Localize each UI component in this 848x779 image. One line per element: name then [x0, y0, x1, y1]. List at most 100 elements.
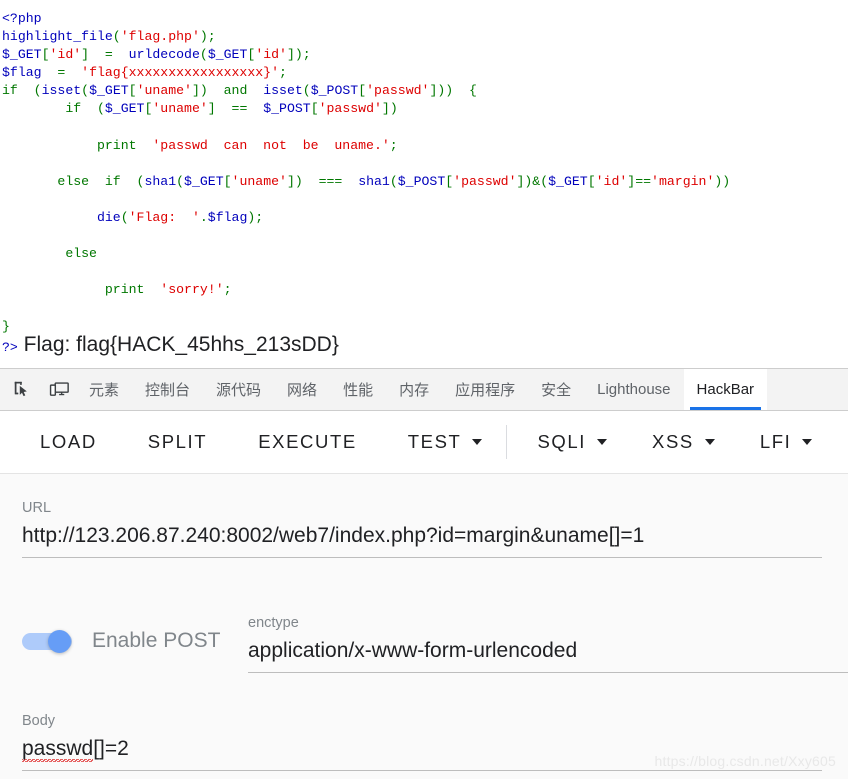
devtools-tab-6[interactable]: 内存 — [386, 369, 442, 410]
body-value-rest: []=2 — [93, 737, 129, 760]
code-token: ( — [389, 173, 398, 189]
code-token: $flag — [2, 65, 42, 81]
code-token: [ — [41, 47, 50, 63]
code-token: if — [104, 173, 121, 189]
devtools-tab-10[interactable]: HackBar — [683, 369, 768, 410]
code-token: sha1 — [144, 173, 177, 189]
code-token: ( — [199, 47, 208, 63]
xss-button[interactable]: XSS — [642, 423, 725, 461]
code-token: ; — [279, 65, 287, 81]
code-token: 'passwd' — [366, 83, 430, 99]
code-token: ]) — [381, 101, 398, 117]
code-token: print — [96, 137, 137, 153]
code-token: ( — [120, 173, 145, 189]
php-source-output: <?php highlight_file('flag.php'); $_GET['i… — [0, 0, 848, 368]
code-token: 'passwd can not be uname.' — [152, 137, 390, 153]
test-button[interactable]: TEST — [398, 423, 493, 461]
code-line: $flag = 'flag{xxxxxxxxxxxxxxxxx}'; — [2, 64, 848, 82]
code-token: )) — [714, 173, 731, 189]
code-token: ]) — [286, 173, 303, 189]
code-line: else — [2, 245, 848, 263]
devtools-tab-label: 网络 — [287, 382, 318, 399]
code-token: if — [2, 83, 18, 99]
code-token: ) — [199, 29, 208, 45]
code-token: ; — [389, 137, 398, 153]
enable-post-row: Enable POST — [22, 629, 220, 653]
code-line: if ($_GET['uname'] == $_POST['passwd']) — [2, 100, 848, 118]
code-token: [ — [445, 173, 454, 189]
chevron-down-icon — [472, 439, 483, 445]
hackbar-toolbar: LOAD SPLIT EXECUTE TEST SQLI XSS LFI — [0, 411, 848, 473]
devtools-tab-2[interactable]: 控制台 — [132, 369, 203, 410]
split-button[interactable]: SPLIT — [138, 423, 217, 461]
hackbar-form-panel: URL http://123.206.87.240:8002/web7/inde… — [0, 473, 848, 779]
php-closing-tag: ?> — [2, 340, 18, 355]
code-token: 'uname' — [136, 83, 192, 99]
enable-post-toggle[interactable] — [22, 630, 78, 653]
code-token: 'margin' — [651, 173, 715, 189]
enable-post-label: Enable POST — [92, 629, 221, 652]
code-token: sha1 — [358, 173, 390, 189]
code-token: if — [65, 101, 82, 117]
code-token: else — [57, 173, 90, 189]
devtools-tab-1[interactable]: 元素 — [76, 369, 132, 410]
url-field: URL http://123.206.87.240:8002/web7/inde… — [22, 499, 822, 558]
load-button[interactable]: LOAD — [30, 423, 107, 461]
code-token: isset — [41, 83, 82, 99]
code-token: = — [89, 47, 129, 63]
devtools-tab-3[interactable]: 源代码 — [203, 369, 274, 410]
code-token: $_GET — [207, 47, 248, 63]
code-token: [ — [587, 173, 596, 189]
devtools-tab-8[interactable]: 安全 — [528, 369, 584, 410]
inspect-element-icon[interactable] — [4, 374, 38, 406]
code-token: isset — [263, 83, 303, 99]
code-token: ( — [112, 29, 121, 45]
code-line: highlight_file('flag.php'); — [2, 28, 848, 46]
toolbar-divider — [506, 425, 508, 459]
enctype-field-label: enctype — [248, 615, 299, 631]
code-token: 'passwd' — [318, 101, 382, 117]
code-token: and — [207, 83, 264, 99]
code-token: [ — [223, 173, 232, 189]
devtools-tabbar: 元素 控制台 源代码 网络 性能 内存 应用程序 安全 Lighthouse HackBar — [0, 368, 848, 411]
devtools-tab-label: 性能 — [343, 382, 374, 399]
devtools-tab-5[interactable]: 性能 — [330, 369, 386, 410]
code-token: 'Flag: ' — [128, 210, 200, 226]
chevron-down-icon — [597, 439, 608, 445]
chevron-down-icon — [704, 439, 715, 445]
code-line: <?php — [2, 10, 848, 28]
code-token: [ — [310, 101, 319, 117]
devtools-tab-4[interactable]: 网络 — [274, 369, 330, 410]
code-token: ] — [81, 47, 90, 63]
code-token: ] — [207, 101, 216, 117]
execute-button[interactable]: EXECUTE — [248, 423, 367, 461]
code-token: ( — [302, 83, 311, 99]
devtools-tab-7[interactable]: 应用程序 — [442, 369, 528, 410]
code-token: ( — [120, 210, 129, 226]
php-code-block: <?php highlight_file('flag.php'); $_GET['i… — [0, 0, 848, 336]
devtools-tab-label: Lighthouse — [597, 381, 671, 398]
chevron-down-icon — [802, 439, 813, 445]
code-line: print 'sorry!'; — [2, 281, 848, 299]
url-input[interactable]: http://123.206.87.240:8002/web7/index.ph… — [22, 521, 822, 558]
code-token: == — [215, 101, 264, 117]
lfi-button[interactable]: LFI — [750, 423, 823, 461]
code-token: } — [2, 318, 10, 334]
sqli-button[interactable]: SQLI — [527, 423, 617, 461]
code-line: else if (sha1($_GET['uname']) === sha1($… — [2, 173, 848, 191]
enctype-input[interactable]: application/x-www-form-urlencoded — [248, 636, 848, 673]
code-line: die('Flag: '.$flag); — [2, 209, 848, 227]
code-line: $_GET['id'] = urldecode($_GET['id']); — [2, 46, 848, 64]
device-toolbar-icon[interactable] — [42, 374, 76, 406]
code-token: else — [65, 246, 97, 262]
code-token: 'flag.php' — [120, 29, 200, 45]
devtools-tab-label: 安全 — [541, 382, 572, 399]
devtools-tab-9[interactable]: Lighthouse — [584, 369, 683, 410]
